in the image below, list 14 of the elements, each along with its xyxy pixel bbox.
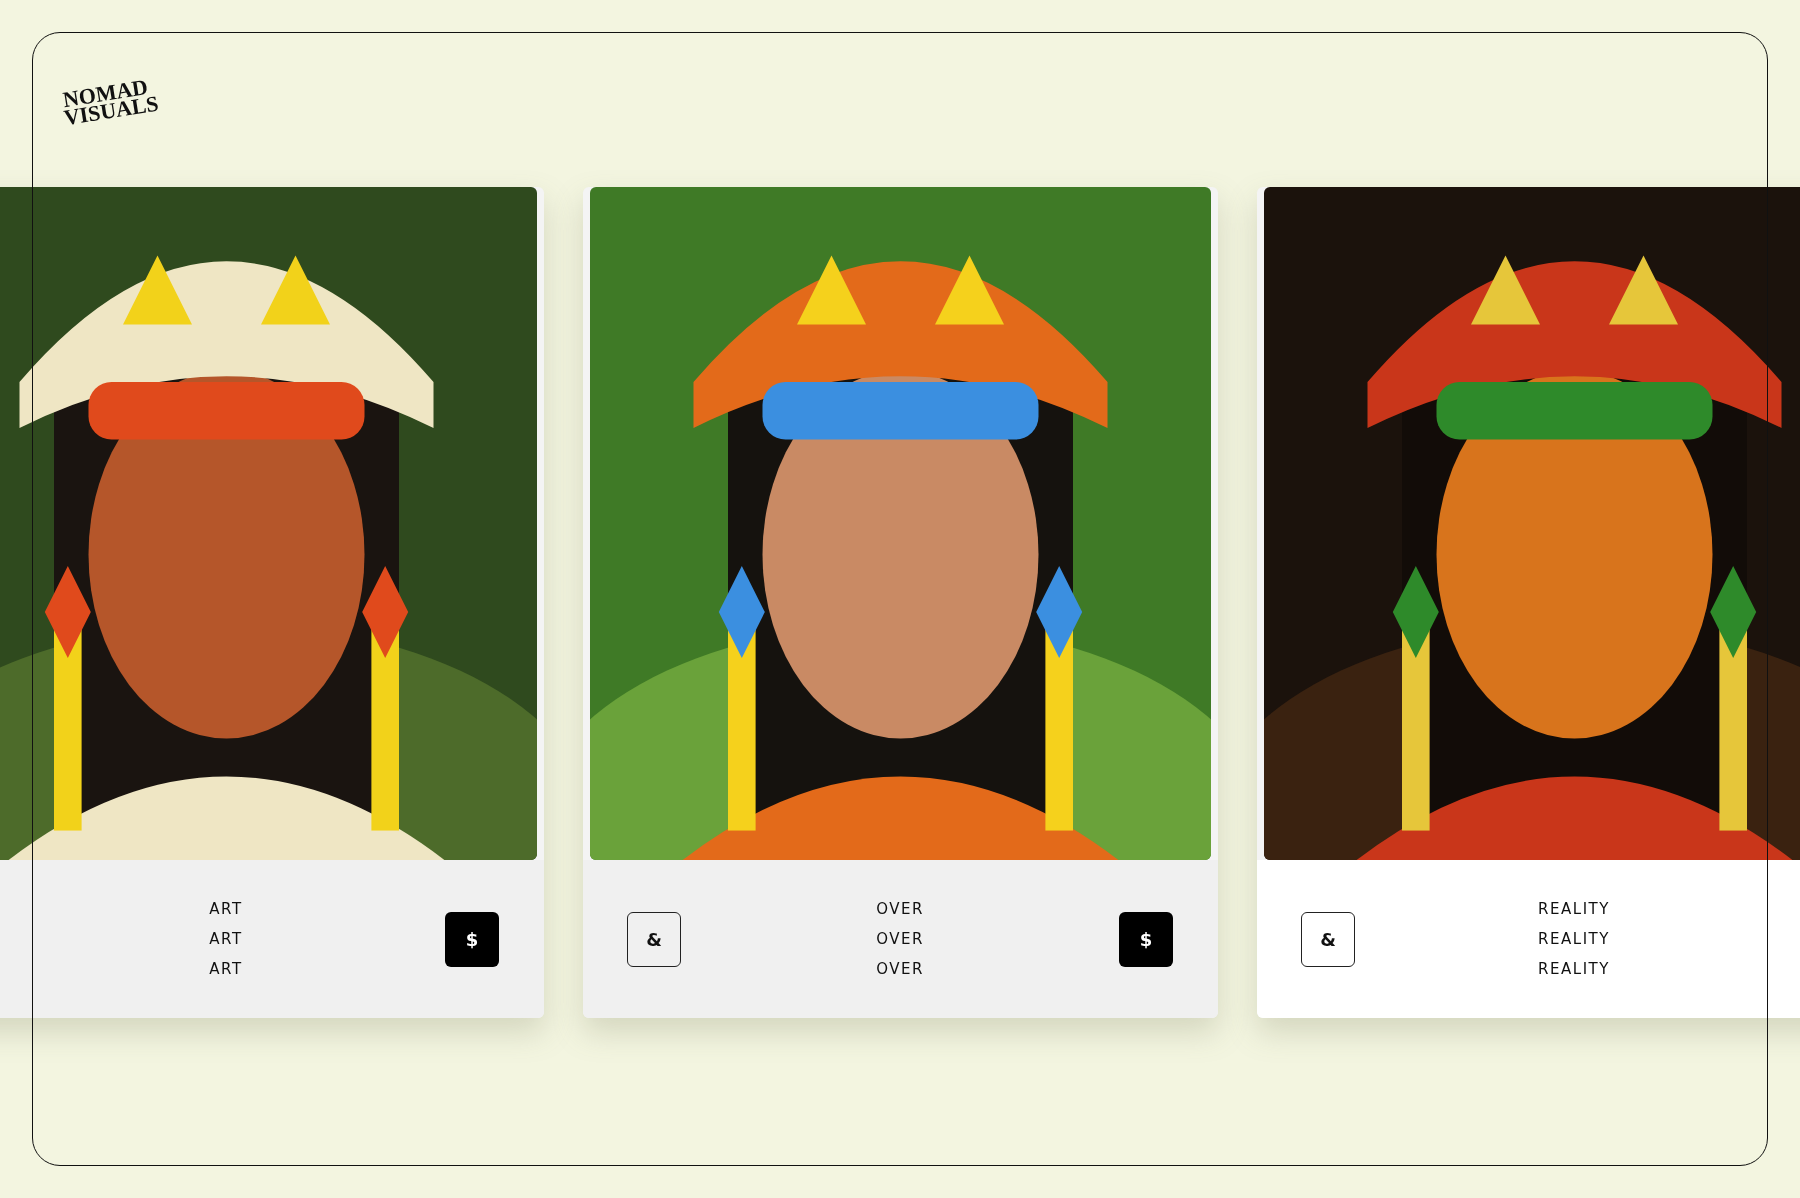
card-label: OVER: [876, 900, 924, 918]
card-label: ART: [209, 900, 243, 918]
logo[interactable]: NOMAD VISUALS: [59, 76, 160, 127]
card-label: ART: [209, 930, 243, 948]
buy-button[interactable]: $: [445, 911, 499, 967]
buy-button[interactable]: $: [1119, 911, 1173, 967]
card-label: ART: [209, 960, 243, 978]
card-label: REALITY: [1538, 930, 1610, 948]
share-button[interactable]: &: [1301, 911, 1355, 967]
card-label: OVER: [876, 960, 924, 978]
card-label: REALITY: [1538, 960, 1610, 978]
card-label: REALITY: [1538, 900, 1610, 918]
share-button[interactable]: &: [627, 911, 681, 967]
card-label: OVER: [876, 930, 924, 948]
